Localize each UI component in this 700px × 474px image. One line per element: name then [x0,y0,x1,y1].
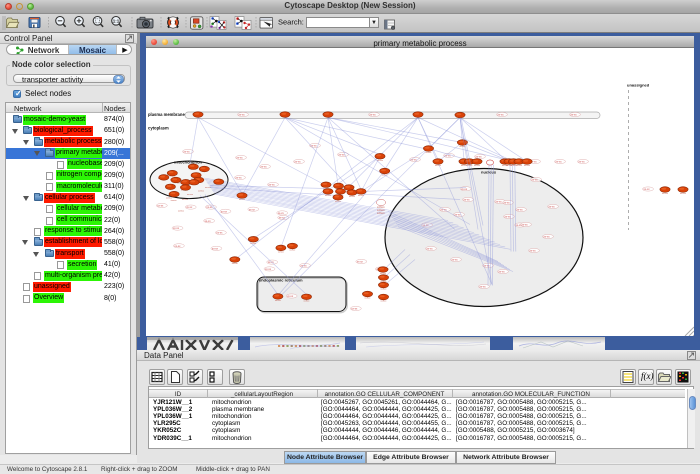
svg-text:xxXxxx: xxXxxx [377,212,385,215]
svg-text:xx-xx: xx-xx [357,261,364,264]
svg-text:xxXxx: xxXxx [426,152,433,154]
svg-text:xxXxx: xxXxx [187,194,194,196]
svg-text:xx-xx: xx-xx [239,114,246,117]
svg-text:xx-xx: xx-xx [351,308,358,311]
svg-text:xxXxx: xxXxx [182,199,189,201]
svg-text:xx-xx: xx-xx [184,151,191,154]
svg-text:xxXxx: xxXxx [275,300,282,302]
svg-text:xx-xx: xx-xx [644,188,651,191]
svg-text:xx-xx: xx-xx [295,161,302,164]
svg-text:xxXxx: xxXxx [381,289,388,291]
svg-text:xx-xx: xx-xx [504,202,511,205]
svg-text:xx-xx: xx-xx [157,205,164,208]
svg-text:xx-xx: xx-xx [476,156,483,159]
svg-text:xxXxx: xxXxx [524,165,531,167]
svg-text:xxXxx: xxXxx [278,252,285,254]
svg-text:xxXxx: xxXxx [198,190,205,192]
svg-text:xx-xx: xx-xx [173,227,180,230]
svg-text:xx-xx: xx-xx [287,295,294,298]
svg-text:xx-xx: xx-xx [522,224,529,227]
svg-text:xx-xx: xx-xx [237,157,244,160]
svg-text:xx-xx: xx-xx [216,232,223,235]
svg-text:xxXxx: xxXxx [171,200,178,202]
svg-text:xxXxx: xxXxx [516,165,523,167]
svg-text:xx-xx: xx-xx [174,245,181,248]
svg-text:xx-xx: xx-xx [480,286,487,289]
svg-text:xxXxx: xxXxx [289,250,296,252]
svg-text:xxXxx: xxXxx [662,193,669,195]
svg-text:xx-xx: xx-xx [532,179,539,182]
svg-text:xx-xx: xx-xx [221,210,228,213]
svg-text:xx-xx: xx-xx [498,114,505,117]
svg-text:xx-xx: xx-xx [496,201,503,204]
svg-text:xx-xx: xx-xx [339,154,346,157]
svg-text:xx-xx: xx-xx [212,248,219,251]
svg-text:xx-xx: xx-xx [249,208,256,211]
svg-text:xx-xx: xx-xx [278,212,285,215]
svg-text:xxXxx: xxXxx [349,196,356,198]
svg-text:xxXxx: xxXxx [680,193,687,195]
svg-text:1:1: 1:1 [113,19,120,24]
svg-text:xx-xx: xx-xx [556,161,563,164]
svg-text:xx-xx: xx-xx [461,188,468,191]
svg-text:xx-xx: xx-xx [505,216,512,219]
svg-text:xx-xx: xx-xx [499,271,506,274]
svg-text:cytoplasm: cytoplasm [148,126,169,131]
svg-text:xx-xx: xx-xx [370,114,377,117]
svg-text:xxXxx: xxXxx [365,298,372,300]
svg-text:unassigned: unassigned [627,83,650,88]
svg-text:xx-xx: xx-xx [571,114,578,117]
svg-text:xxXxx: xxXxx [166,197,173,199]
svg-text:xx-xx: xx-xx [452,259,459,262]
svg-text:xxXxx: xxXxx [474,165,481,167]
svg-text:xx-xx: xx-xx [579,161,586,164]
svg-text:xx-xx: xx-xx [549,206,556,209]
svg-text:xx-xx: xx-xx [261,166,268,169]
svg-text:xxXxx: xxXxx [178,211,185,213]
svg-text:xx-xx: xx-xx [517,209,524,212]
svg-text:xx-xx: xx-xx [205,220,212,223]
svg-text:mitochondrion: mitochondrion [174,160,203,165]
svg-text:xx-xx: xx-xx [269,184,276,187]
svg-text:xx-xx: xx-xx [530,250,537,253]
svg-text:xxXxx: xxXxx [435,165,442,167]
svg-text:xx-xx: xx-xx [464,199,471,202]
svg-text:xxXxx: xxXxx [232,263,239,265]
svg-text:xxXxx: xxXxx [381,301,388,303]
svg-text:xx-xx: xx-xx [265,268,272,271]
svg-text:xx-xx: xx-xx [544,236,551,239]
svg-text:xx-xx: xx-xx [236,177,243,180]
svg-text:plasma membrane: plasma membrane [148,112,185,117]
svg-text:xx-xx: xx-xx [186,206,193,209]
svg-text:xx-xx: xx-xx [427,248,434,251]
svg-text:Search:: Search: [278,18,304,27]
svg-text:xxXxx: xxXxx [304,300,311,302]
